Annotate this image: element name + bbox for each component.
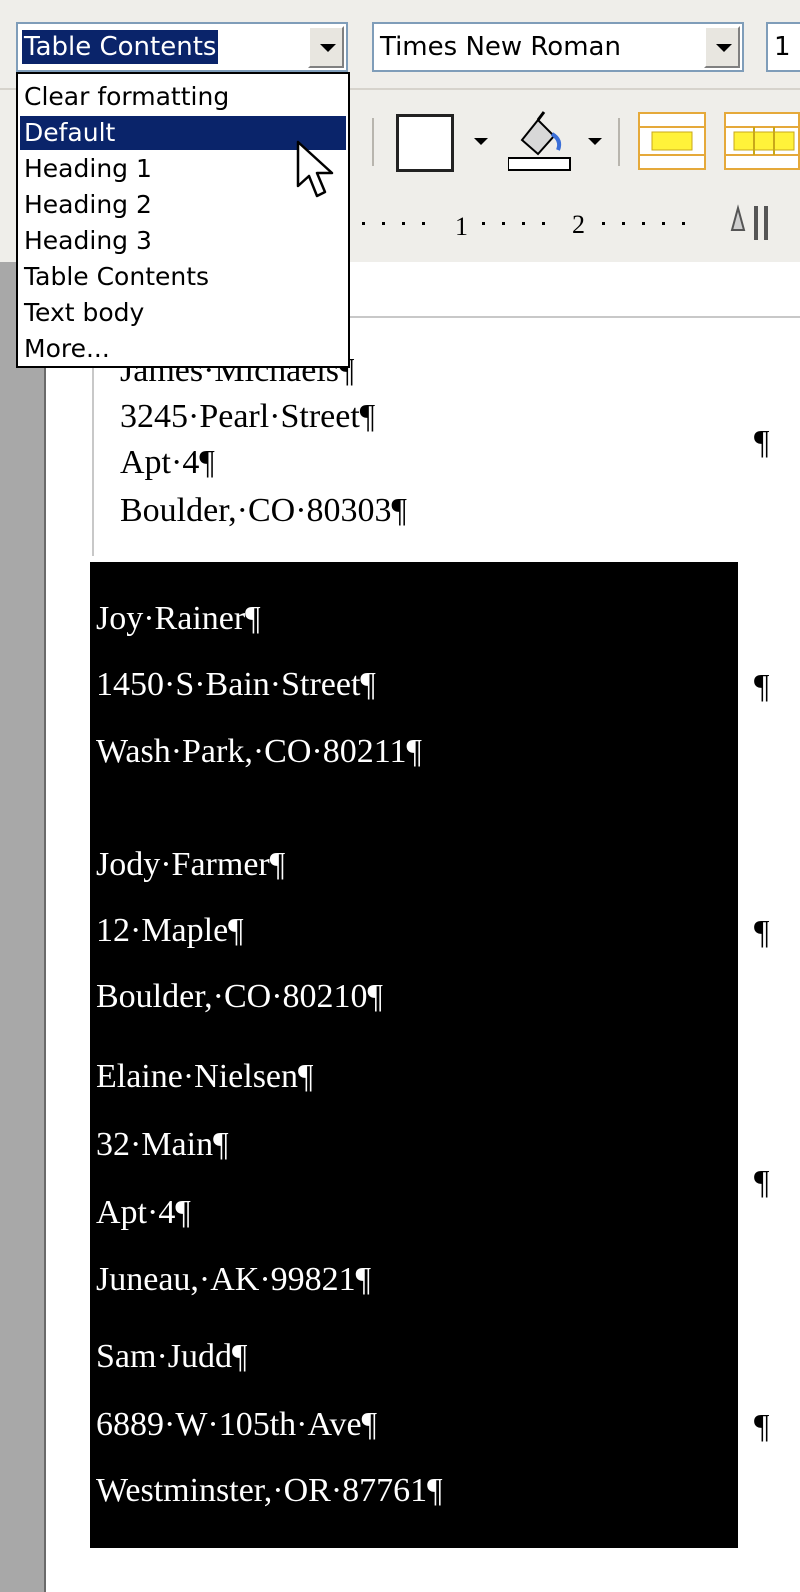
mouse-pointer-icon — [296, 140, 334, 198]
font-size-combo[interactable]: 1 — [766, 22, 800, 72]
left-margin-gutter — [0, 262, 44, 1592]
font-name-combo[interactable]: Times New Roman — [372, 22, 744, 72]
address-line[interactable]: 32·Main¶ — [96, 1128, 229, 1162]
address-line[interactable]: Jody·Farmer¶ — [96, 848, 285, 882]
paragraph-style-value[interactable]: Table Contents — [22, 30, 219, 64]
pilcrow-mark: ¶ — [754, 1164, 770, 1201]
address-line[interactable]: Apt·4¶ — [120, 446, 215, 480]
pilcrow-mark: ¶ — [754, 668, 770, 705]
dropdown-arrow-icon[interactable] — [308, 26, 344, 68]
address-line[interactable]: 1450·S·Bain·Street¶ — [96, 668, 376, 702]
selected-text-block[interactable] — [90, 562, 738, 1548]
style-option-text-body[interactable]: Text body — [20, 296, 346, 330]
ruler-mark-2: 2 — [572, 210, 585, 239]
font-name-value[interactable]: Times New Roman — [380, 30, 621, 64]
ruler-mark-1: 1 — [455, 212, 468, 241]
dropdown-arrow-icon[interactable] — [704, 26, 740, 68]
paragraph-style-combo[interactable]: Table Contents — [16, 22, 348, 72]
address-line[interactable]: 6889·W·105th·Ave¶ — [96, 1408, 377, 1442]
pilcrow-mark: ¶ — [754, 1408, 770, 1445]
address-line[interactable]: Westminster,·OR·87761¶ — [96, 1474, 443, 1508]
table-row-icon[interactable] — [638, 112, 706, 170]
address-line[interactable]: Apt·4¶ — [96, 1196, 191, 1230]
address-line[interactable]: Elaine·Nielsen¶ — [96, 1060, 313, 1094]
paragraph-style-dropdown[interactable]: Clear formatting Default Heading 1 Headi… — [16, 72, 350, 368]
bucket-arrow-icon[interactable] — [588, 138, 602, 145]
address-line[interactable]: Juneau,·AK·99821¶ — [96, 1263, 371, 1297]
style-option-more[interactable]: More... — [20, 332, 346, 366]
paint-bucket-icon[interactable] — [508, 110, 572, 174]
borders-icon[interactable] — [396, 114, 454, 172]
pilcrow-mark: ¶ — [754, 914, 770, 951]
address-line[interactable]: Joy·Rainer¶ — [96, 602, 261, 636]
address-line[interactable]: 12·Maple¶ — [96, 914, 244, 948]
style-option-heading-3[interactable]: Heading 3 — [20, 224, 346, 258]
address-line[interactable]: Boulder,·CO·80210¶ — [96, 980, 383, 1014]
toolbar-separator — [618, 118, 620, 166]
borders-arrow-icon[interactable] — [474, 138, 488, 145]
address-line[interactable]: Sam·Judd¶ — [96, 1340, 247, 1374]
style-option-table-contents[interactable]: Table Contents — [20, 260, 346, 294]
font-size-value[interactable]: 1 — [774, 30, 791, 64]
address-line[interactable]: 3245·Pearl·Street¶ — [120, 400, 375, 434]
toolbar-separator — [372, 118, 374, 166]
table-grid-icon[interactable] — [724, 112, 800, 170]
pilcrow-mark: ¶ — [754, 424, 770, 461]
style-option-clear-formatting[interactable]: Clear formatting — [20, 80, 346, 114]
address-line[interactable]: Wash·Park,·CO·80211¶ — [96, 735, 422, 769]
address-line[interactable]: Boulder,·CO·80303¶ — [120, 494, 407, 528]
